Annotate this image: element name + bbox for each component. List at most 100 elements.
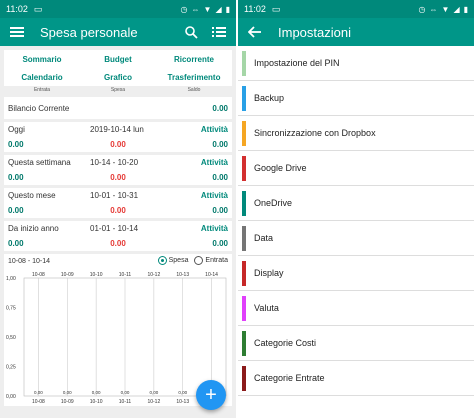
- period-card-month[interactable]: Questo mese 10-01 - 10-31 Attività 0.00 …: [4, 188, 232, 218]
- entrata-value: 0.00: [8, 173, 24, 182]
- settings-item[interactable]: Categorie Costi: [238, 326, 474, 361]
- app-title: Spesa personale: [40, 24, 138, 40]
- y-tick-label: 0,25: [6, 365, 16, 371]
- settings-item-label: Categorie Costi: [254, 338, 317, 348]
- y-tick-label: 0,00: [6, 394, 16, 400]
- y-tick-label: 1,00: [6, 276, 16, 282]
- settings-title: Impostazioni: [278, 24, 351, 40]
- settings-item[interactable]: Categorie Entrate: [238, 361, 474, 396]
- chart-range: 10-08 - 10-14: [8, 257, 51, 265]
- balance-card[interactable]: Bilancio Corrente 0.00: [4, 97, 232, 119]
- menu-calendario[interactable]: Calendario: [4, 68, 80, 86]
- settings-color-bar: [242, 155, 246, 181]
- settings-item[interactable]: Sincronizzazione con Dropbox: [238, 116, 474, 151]
- period-dates: 10-14 - 10-20: [90, 158, 139, 167]
- settings-color-bar: [242, 365, 246, 391]
- activity-link[interactable]: Attività: [201, 158, 228, 167]
- screen-icon: ▭: [33, 3, 43, 14]
- data-label: 0,00: [178, 390, 187, 395]
- saldo-value: 0.00: [212, 173, 228, 182]
- status-bar: 11:02 ▭ ◷ ⇔ ▼ ◢ ▮: [238, 0, 474, 18]
- settings-screen: 11:02 ▭ ◷ ⇔ ▼ ◢ ▮ Impostazioni Impostazi…: [238, 0, 474, 418]
- app-bar: Spesa personale: [0, 18, 236, 46]
- menu-ricorrente[interactable]: Ricorrente: [156, 50, 232, 68]
- activity-link[interactable]: Attività: [201, 125, 228, 134]
- settings-item-label: Google Drive: [254, 163, 307, 173]
- x-tick-label-top: 10-13: [176, 272, 189, 278]
- col-head-saldo: Saldo: [187, 87, 201, 93]
- menu-budget[interactable]: Budget: [80, 50, 156, 68]
- x-tick-label-top: 10-09: [61, 272, 74, 278]
- alarm-icon: ◷: [180, 4, 188, 14]
- settings-item[interactable]: Valuta: [238, 291, 474, 326]
- menu-sommario[interactable]: Sommario: [4, 50, 80, 68]
- period-card-year[interactable]: Da inizio anno 01-01 - 10-14 Attività 0.…: [4, 221, 232, 251]
- signal-icon: ◢: [453, 4, 460, 14]
- radio-spesa-label: Spesa: [168, 256, 189, 264]
- back-arrow-icon[interactable]: [246, 23, 264, 41]
- settings-item[interactable]: OneDrive: [238, 186, 474, 221]
- settings-item[interactable]: Impostazione del PIN: [238, 46, 474, 81]
- menu-grafico[interactable]: Grafico: [80, 68, 156, 86]
- add-fab-button[interactable]: +: [196, 380, 226, 410]
- settings-item[interactable]: Data: [238, 221, 474, 256]
- search-icon[interactable]: [182, 23, 200, 41]
- activity-link[interactable]: Attività: [201, 224, 228, 233]
- home-screen: 11:02 ▭ ◷ ⇔ ▼ ◢ ▮ Spesa personale Sommar…: [0, 0, 236, 418]
- settings-color-bar: [242, 120, 246, 146]
- x-tick-label-top: 10-08: [32, 272, 45, 278]
- plus-icon: +: [205, 383, 217, 406]
- entrata-value: 0.00: [8, 206, 24, 215]
- chart-card: 10-08 - 10-14 Spesa Entrata 1,00 0,75 0,50…: [4, 254, 232, 406]
- period-card-today[interactable]: Oggi 2019-10-14 lun Attività 0.00 0.00 0…: [4, 122, 232, 152]
- data-label: 0,00: [34, 390, 43, 395]
- navigation-menu-card: Sommario Budget Ricorrente Calendario Gr…: [4, 50, 232, 86]
- settings-color-bar: [242, 295, 246, 321]
- screen-icon: ▭: [271, 3, 281, 14]
- settings-item-label: Valuta: [254, 303, 279, 313]
- radio-entrata[interactable]: Entrata: [194, 255, 228, 265]
- settings-list: Impostazione del PIN Backup Sincronizzazio…: [238, 46, 474, 396]
- y-tick-label: 0,75: [6, 306, 16, 312]
- saldo-value: 0.00: [212, 206, 228, 215]
- settings-item-label: Data: [254, 233, 274, 243]
- period-name: Questo mese: [8, 191, 56, 200]
- period-card-week[interactable]: Questa settimana 10-14 - 10-20 Attività …: [4, 155, 232, 185]
- status-bar: 11:02 ▭ ◷ ⇔ ▼ ◢ ▮: [0, 0, 236, 18]
- data-label: 0,00: [92, 390, 101, 395]
- period-name: Da inizio anno: [8, 224, 59, 233]
- settings-item[interactable]: Display: [238, 256, 474, 291]
- settings-color-bar: [242, 190, 246, 216]
- spesa-value: 0.00: [110, 140, 126, 149]
- settings-item[interactable]: Google Drive: [238, 151, 474, 186]
- settings-color-bar: [242, 50, 246, 76]
- hamburger-menu-icon[interactable]: [8, 23, 26, 41]
- x-tick-label: 10-08: [32, 399, 45, 405]
- column-headers: Entrata Spesa Saldo: [4, 86, 232, 94]
- menu-trasferimento[interactable]: Trasferimento: [156, 68, 232, 86]
- period-dates: 01-01 - 10-14: [90, 224, 139, 233]
- x-tick-label: 10-11: [119, 399, 132, 405]
- balance-value: 0.00: [212, 103, 228, 113]
- entrata-value: 0.00: [8, 239, 24, 248]
- settings-item-label: Sincronizzazione con Dropbox: [254, 128, 376, 138]
- data-label: 0,00: [63, 390, 72, 395]
- battery-icon: ▮: [463, 4, 468, 14]
- battery-icon: ▮: [225, 4, 230, 14]
- spesa-value: 0.00: [110, 173, 126, 182]
- settings-color-bar: [242, 225, 246, 251]
- radio-spesa[interactable]: Spesa: [157, 255, 189, 265]
- list-view-icon[interactable]: [210, 23, 228, 41]
- settings-color-bar: [242, 85, 246, 111]
- x-tick-label-top: 10-11: [119, 272, 132, 278]
- saldo-value: 0.00: [212, 140, 228, 149]
- period-dates: 2019-10-14 lun: [90, 125, 144, 134]
- status-time: 11:02: [6, 4, 28, 14]
- data-label: 0,00: [121, 390, 130, 395]
- settings-item[interactable]: Backup: [238, 81, 474, 116]
- x-tick-label-top: 10-14: [205, 272, 218, 278]
- link-icon: ⇔: [191, 4, 200, 14]
- x-tick-label: 10-09: [61, 399, 74, 405]
- activity-link[interactable]: Attività: [201, 191, 228, 200]
- settings-color-bar: [242, 260, 246, 286]
